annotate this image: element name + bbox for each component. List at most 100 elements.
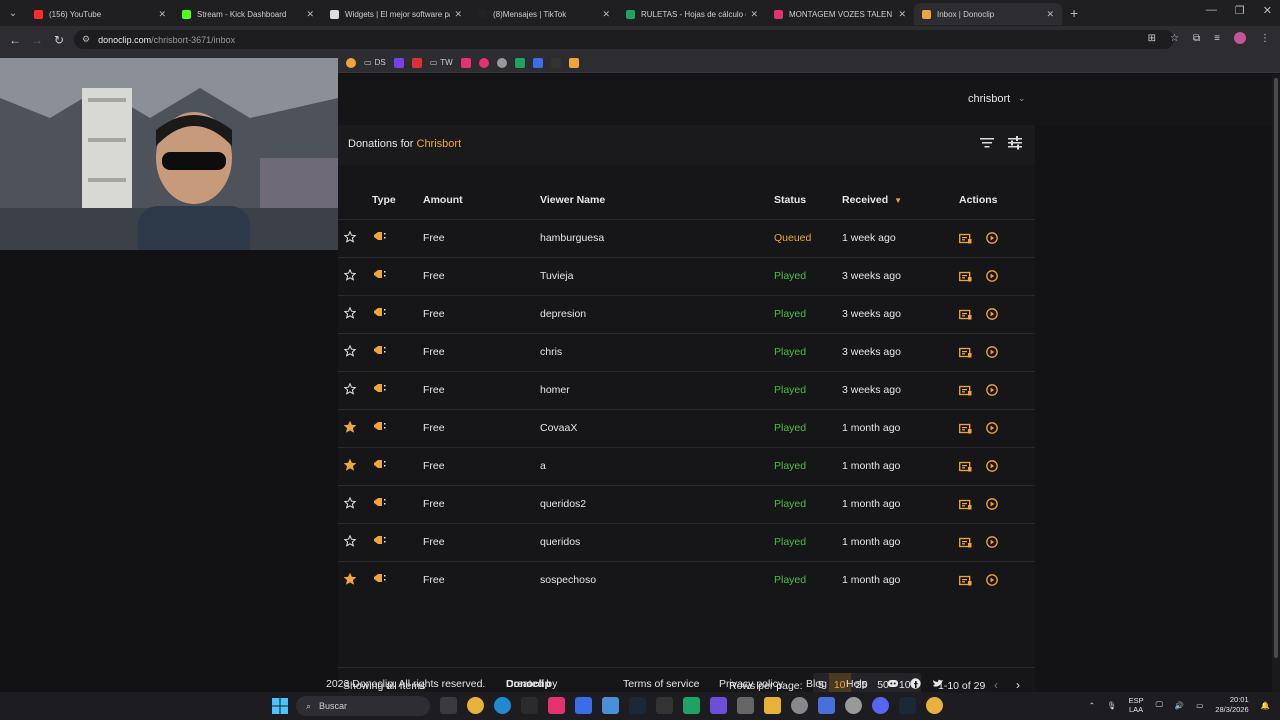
tab-close-icon[interactable]: ✕: [898, 9, 906, 20]
filter-icon[interactable]: [979, 136, 995, 150]
tab-close-icon[interactable]: ✕: [158, 9, 166, 20]
star-outline-icon[interactable]: [343, 496, 357, 509]
user-menu-icon[interactable]: ⌄: [1018, 93, 1026, 104]
browser-tab[interactable]: RULETAS - Hojas de cálculo de ✕: [618, 3, 766, 25]
tab-close-icon[interactable]: ✕: [750, 9, 758, 20]
volume-icon[interactable]: 🔊: [1175, 701, 1184, 710]
bookmark-blue-icon[interactable]: [532, 57, 543, 68]
play-icon[interactable]: [986, 384, 998, 396]
new-tab-icon[interactable]: +: [1070, 5, 1078, 21]
notes-app-icon[interactable]: [710, 697, 727, 714]
chrome-app-icon[interactable]: [467, 697, 484, 714]
menu-dots-icon[interactable]: ⋮: [1260, 33, 1270, 44]
table-row[interactable]: Free sospechoso Played 1 month ago: [338, 560, 1035, 599]
channel-name[interactable]: Chrisbort: [417, 138, 462, 150]
facebook-icon[interactable]: [910, 678, 921, 689]
clip-details-icon[interactable]: [959, 271, 972, 282]
obs-app-icon[interactable]: [791, 697, 808, 714]
table-row[interactable]: Free depresion Played 3 weeks ago: [338, 294, 1035, 333]
minimize-icon[interactable]: —: [1206, 4, 1217, 17]
forward-icon[interactable]: →: [26, 33, 48, 47]
url-field[interactable]: ⚙ donoclip.com/chrisbort-3671/inbox: [74, 30, 1174, 49]
taskbar-search[interactable]: ⌕ Buscar: [296, 696, 430, 716]
clip-details-icon[interactable]: [959, 233, 972, 244]
star-outline-icon[interactable]: [343, 230, 357, 243]
extensions-icon[interactable]: ⧉: [1193, 33, 1200, 44]
browser-tab[interactable]: (8)Mensajes | TikTok ✕: [470, 3, 618, 25]
tab-close-icon[interactable]: ✕: [1046, 9, 1054, 20]
tiktok-app-icon[interactable]: [548, 697, 565, 714]
play-icon[interactable]: [986, 270, 998, 282]
reload-icon[interactable]: ↻: [48, 33, 70, 47]
table-row[interactable]: Free CovaaX Played 1 month ago: [338, 408, 1035, 447]
username[interactable]: chrisbort: [968, 93, 1010, 105]
task-view-icon[interactable]: [440, 697, 457, 714]
browser-tab[interactable]: Stream - Kick Dashboard ✕: [174, 3, 322, 25]
bookmark-star-icon[interactable]: ☆: [1170, 33, 1179, 44]
bookmark-pink-icon[interactable]: [460, 57, 471, 68]
terminal-app-icon[interactable]: [521, 697, 538, 714]
star-filled-icon[interactable]: [343, 420, 357, 433]
clip-details-icon[interactable]: [959, 499, 972, 510]
bookmark-twitch-icon[interactable]: [393, 57, 404, 68]
star-outline-icon[interactable]: [343, 306, 357, 319]
bookmark-chrome-icon[interactable]: [346, 57, 356, 68]
play-icon[interactable]: [986, 422, 998, 434]
play-icon[interactable]: [986, 460, 998, 472]
gear-app-icon[interactable]: [845, 697, 862, 714]
play-icon[interactable]: [986, 346, 998, 358]
windows-start-icon[interactable]: [272, 698, 288, 714]
table-row[interactable]: Free homer Played 3 weeks ago: [338, 370, 1035, 409]
terms-link[interactable]: Terms of service: [623, 678, 699, 690]
chrome-active-app-icon[interactable]: [926, 697, 943, 714]
browser-tab[interactable]: MONTAGEM VOZES TALEN ✕: [766, 3, 914, 25]
clip-details-icon[interactable]: [959, 461, 972, 472]
page-scrollbar[interactable]: [1272, 74, 1280, 692]
bookmark-folder-ds[interactable]: ▭ DS: [364, 58, 386, 67]
star-filled-icon[interactable]: [343, 572, 357, 585]
play-icon[interactable]: [986, 308, 998, 320]
play-icon[interactable]: [986, 232, 998, 244]
profile-avatar[interactable]: [1234, 32, 1246, 44]
network-icon[interactable]: 🖵: [1156, 700, 1163, 710]
maximize-icon[interactable]: ❐: [1235, 4, 1245, 17]
table-row[interactable]: Free queridos Played 1 month ago: [338, 522, 1035, 561]
calculator-app-icon[interactable]: [656, 697, 673, 714]
help-link[interactable]: Help: [846, 678, 868, 690]
star-outline-icon[interactable]: [343, 344, 357, 357]
created-by-brand[interactable]: Donoclip: [506, 678, 551, 690]
header-received[interactable]: Received ▼: [842, 181, 959, 219]
bookmark-green-icon[interactable]: [514, 57, 525, 68]
tab-close-icon[interactable]: ✕: [306, 9, 314, 20]
star-outline-icon[interactable]: [343, 534, 357, 547]
photos-app-icon[interactable]: [602, 697, 619, 714]
microphone-icon[interactable]: 🎙: [1107, 701, 1117, 710]
close-window-icon[interactable]: ✕: [1263, 4, 1272, 17]
explorer-app-icon[interactable]: [764, 697, 781, 714]
site-info-icon[interactable]: ⚙: [82, 34, 90, 45]
tab-close-icon[interactable]: ✕: [454, 9, 462, 20]
tray-chevron-icon[interactable]: ⌃: [1089, 701, 1095, 710]
clip-details-icon[interactable]: [959, 385, 972, 396]
table-row[interactable]: Free chris Played 3 weeks ago: [338, 332, 1035, 371]
blue-app-icon[interactable]: [818, 697, 835, 714]
browser-tab[interactable]: Widgets | El mejor software pa ✕: [322, 3, 470, 25]
settings-sliders-icon[interactable]: [1007, 136, 1023, 150]
tab-close-icon[interactable]: ✕: [602, 9, 610, 20]
bookmark-orange-icon[interactable]: [568, 57, 579, 68]
language-indicator[interactable]: ESP LAA: [1129, 696, 1144, 714]
twitter-icon[interactable]: [932, 678, 944, 689]
browser-tab[interactable]: Inbox | Donoclip ✕: [914, 3, 1062, 25]
media-icon[interactable]: ≡: [1214, 33, 1220, 44]
table-row[interactable]: Free queridos2 Played 1 month ago: [338, 484, 1035, 523]
table-row[interactable]: Free hamburguesa Queued 1 week ago: [338, 218, 1035, 257]
clip-details-icon[interactable]: [959, 309, 972, 320]
play-icon[interactable]: [986, 498, 998, 510]
back-icon[interactable]: ←: [4, 33, 26, 47]
bookmark-dark-icon[interactable]: [550, 57, 561, 68]
bookmark-red-icon[interactable]: [411, 57, 422, 68]
play-icon[interactable]: [986, 536, 998, 548]
excel-app-icon[interactable]: [683, 697, 700, 714]
file-app-icon[interactable]: [737, 697, 754, 714]
table-row[interactable]: Free Tuvieja Played 3 weeks ago: [338, 256, 1035, 295]
